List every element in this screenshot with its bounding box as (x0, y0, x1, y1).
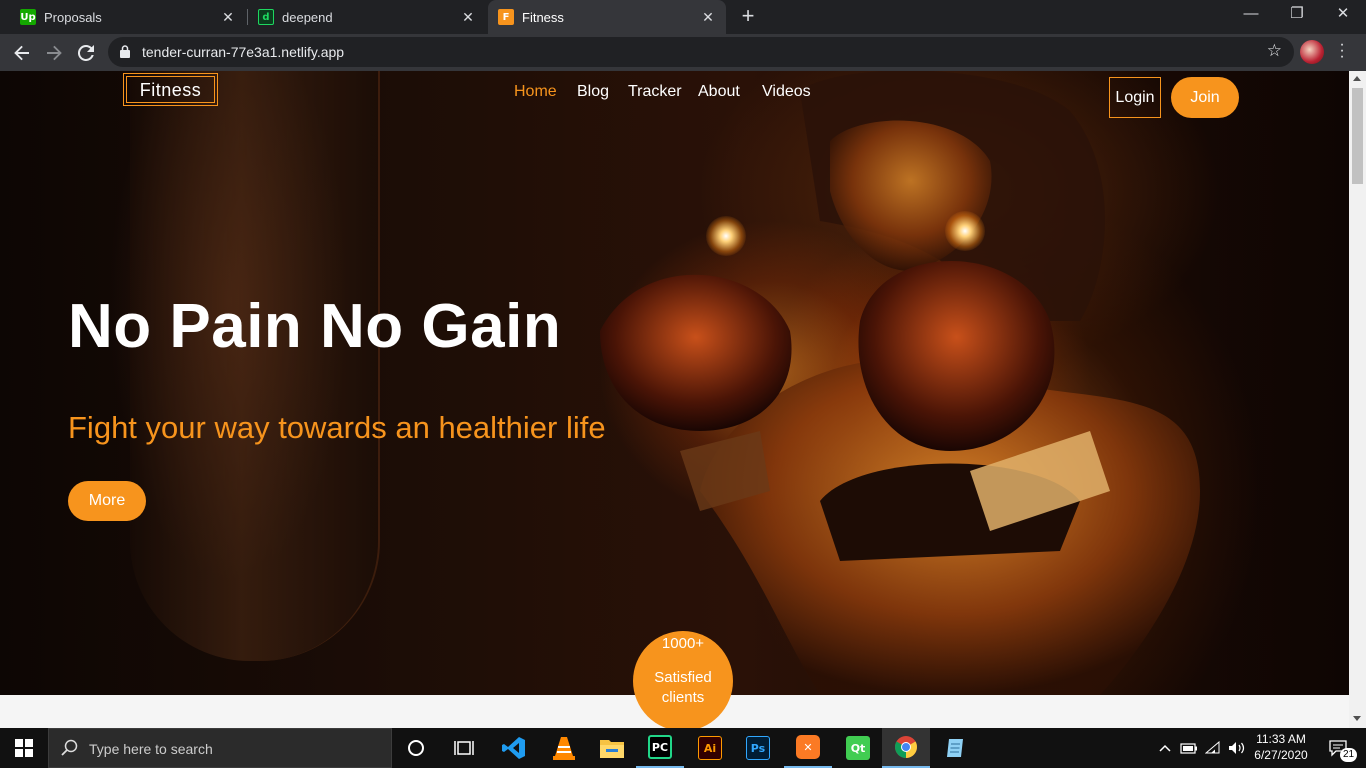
reload-button[interactable] (72, 39, 100, 67)
nav-home[interactable]: Home (514, 83, 557, 101)
hero-subtitle: Fight your way towards an healthier life (68, 410, 606, 445)
chevron-up-icon (1159, 744, 1171, 752)
scroll-down-arrow-icon[interactable] (1353, 716, 1361, 721)
tab-separator (247, 9, 248, 25)
taskbar-vlc[interactable] (540, 728, 588, 768)
tab-deepend[interactable]: d deepend ✕ (250, 0, 486, 34)
windows-logo-icon (15, 739, 33, 757)
speaker-icon (1229, 742, 1245, 754)
volume-control[interactable] (1226, 728, 1248, 768)
chrome-icon (895, 736, 917, 758)
url-text: tender-curran-77e3a1.netlify.app (142, 44, 345, 60)
taskbar-photoshop[interactable]: Ps (734, 728, 782, 768)
stat-number: 1000+ (661, 635, 705, 652)
profile-avatar[interactable] (1300, 40, 1324, 64)
nav-blog[interactable]: Blog (577, 83, 609, 101)
scrollbar-thumb[interactable] (1352, 88, 1363, 184)
hero-section: Fitness Home Blog Tracker About Videos L… (0, 71, 1349, 695)
vlc-icon (553, 737, 575, 760)
glove-sparkle-left (706, 216, 746, 256)
tab-fitness[interactable]: F Fitness ✕ (488, 0, 726, 34)
forward-button[interactable] (40, 39, 68, 67)
nav-videos[interactable]: Videos (762, 83, 811, 101)
restore-button[interactable]: ❐ (1274, 0, 1320, 30)
browser-toolbar: tender-curran-77e3a1.netlify.app ☆ · · · (0, 34, 1366, 71)
satisfied-clients-badge: 1000+ Satisfied clients (633, 631, 733, 728)
cortana-button[interactable] (392, 728, 440, 768)
xampp-icon: ✕ (796, 735, 820, 759)
task-view-icon (454, 741, 474, 755)
notification-count-badge: 21 (1340, 748, 1358, 762)
wifi-icon (1205, 741, 1220, 754)
taskbar-notepad[interactable] (932, 728, 980, 768)
file-explorer-icon (600, 740, 624, 758)
glove-sparkle-right (945, 211, 985, 251)
clock-date: 6/27/2020 (1254, 748, 1308, 762)
clock-time: 11:33 AM (1256, 732, 1306, 746)
nav-tracker[interactable]: Tracker (628, 83, 682, 101)
close-tab-icon[interactable]: ✕ (460, 9, 476, 25)
web-page: Fitness Home Blog Tracker About Videos L… (0, 71, 1349, 728)
close-window-button[interactable]: ✕ (1320, 0, 1366, 30)
taskbar-qt[interactable]: Qt (834, 728, 882, 768)
join-button[interactable]: Join (1171, 77, 1239, 118)
notepad-icon (947, 739, 963, 757)
address-bar[interactable]: tender-curran-77e3a1.netlify.app ☆ (108, 37, 1294, 67)
page-scrollbar[interactable] (1349, 71, 1366, 728)
action-center-button[interactable]: 21 (1318, 728, 1358, 768)
vscode-icon (502, 737, 525, 759)
illustrator-icon: Ai (698, 736, 722, 760)
close-tab-icon[interactable]: ✕ (700, 9, 716, 25)
reload-icon (77, 44, 94, 61)
pycharm-icon: PC (648, 735, 672, 759)
upwork-favicon-icon: Up (20, 9, 36, 25)
search-icon (61, 739, 78, 756)
taskbar-pycharm[interactable]: PC (636, 728, 684, 768)
browser-tab-strip: Up Proposals ✕ d deepend ✕ F Fitness ✕ +… (0, 0, 1366, 34)
taskbar-chrome[interactable] (882, 728, 930, 768)
search-placeholder: Type here to search (89, 741, 213, 757)
stat-label: Satisfied clients (654, 669, 712, 706)
cortana-icon (408, 740, 424, 756)
taskbar-xampp[interactable]: ✕ (784, 728, 832, 768)
bookmark-star-icon[interactable]: ☆ (1267, 41, 1282, 61)
scroll-up-arrow-icon[interactable] (1353, 76, 1361, 81)
show-hidden-icons-button[interactable] (1156, 728, 1174, 768)
back-button[interactable] (8, 39, 36, 67)
network-status[interactable] (1202, 728, 1224, 768)
system-clock[interactable]: 11:33 AM 6/27/2020 (1248, 731, 1314, 763)
close-tab-icon[interactable]: ✕ (220, 9, 236, 25)
taskbar-illustrator[interactable]: Ai (686, 728, 734, 768)
browser-menu-icon[interactable]: · · · (1338, 37, 1346, 65)
arrow-right-icon (47, 45, 62, 61)
hero-title: No Pain No Gain (68, 292, 562, 361)
login-button[interactable]: Login (1109, 77, 1161, 118)
site-logo[interactable]: Fitness (123, 73, 218, 106)
windows-taskbar: Type here to search PC Ai Ps ✕ Qt 11:33 … (0, 728, 1366, 768)
nav-about[interactable]: About (698, 83, 740, 101)
battery-icon (1180, 743, 1197, 754)
deepend-favicon-icon: d (258, 9, 274, 25)
qt-icon: Qt (846, 736, 870, 760)
battery-status[interactable] (1178, 728, 1200, 768)
minimize-button[interactable]: — (1228, 0, 1274, 30)
start-button[interactable] (0, 728, 48, 768)
new-tab-button[interactable]: + (736, 5, 760, 29)
tab-title: Proposals (44, 9, 102, 25)
tab-title: Fitness (522, 9, 564, 25)
task-view-button[interactable] (440, 728, 488, 768)
taskbar-vscode[interactable] (490, 728, 538, 768)
taskbar-search-box[interactable]: Type here to search (48, 728, 392, 768)
more-button[interactable]: More (68, 481, 146, 521)
tab-proposals[interactable]: Up Proposals ✕ (12, 0, 246, 34)
photoshop-icon: Ps (746, 736, 770, 760)
tab-title: deepend (282, 9, 333, 25)
taskbar-file-explorer[interactable] (588, 728, 636, 768)
lock-icon (120, 45, 130, 58)
arrow-left-icon (14, 45, 29, 61)
boxer-silhouette-image (600, 71, 1200, 695)
fitness-favicon-icon: F (498, 9, 514, 25)
